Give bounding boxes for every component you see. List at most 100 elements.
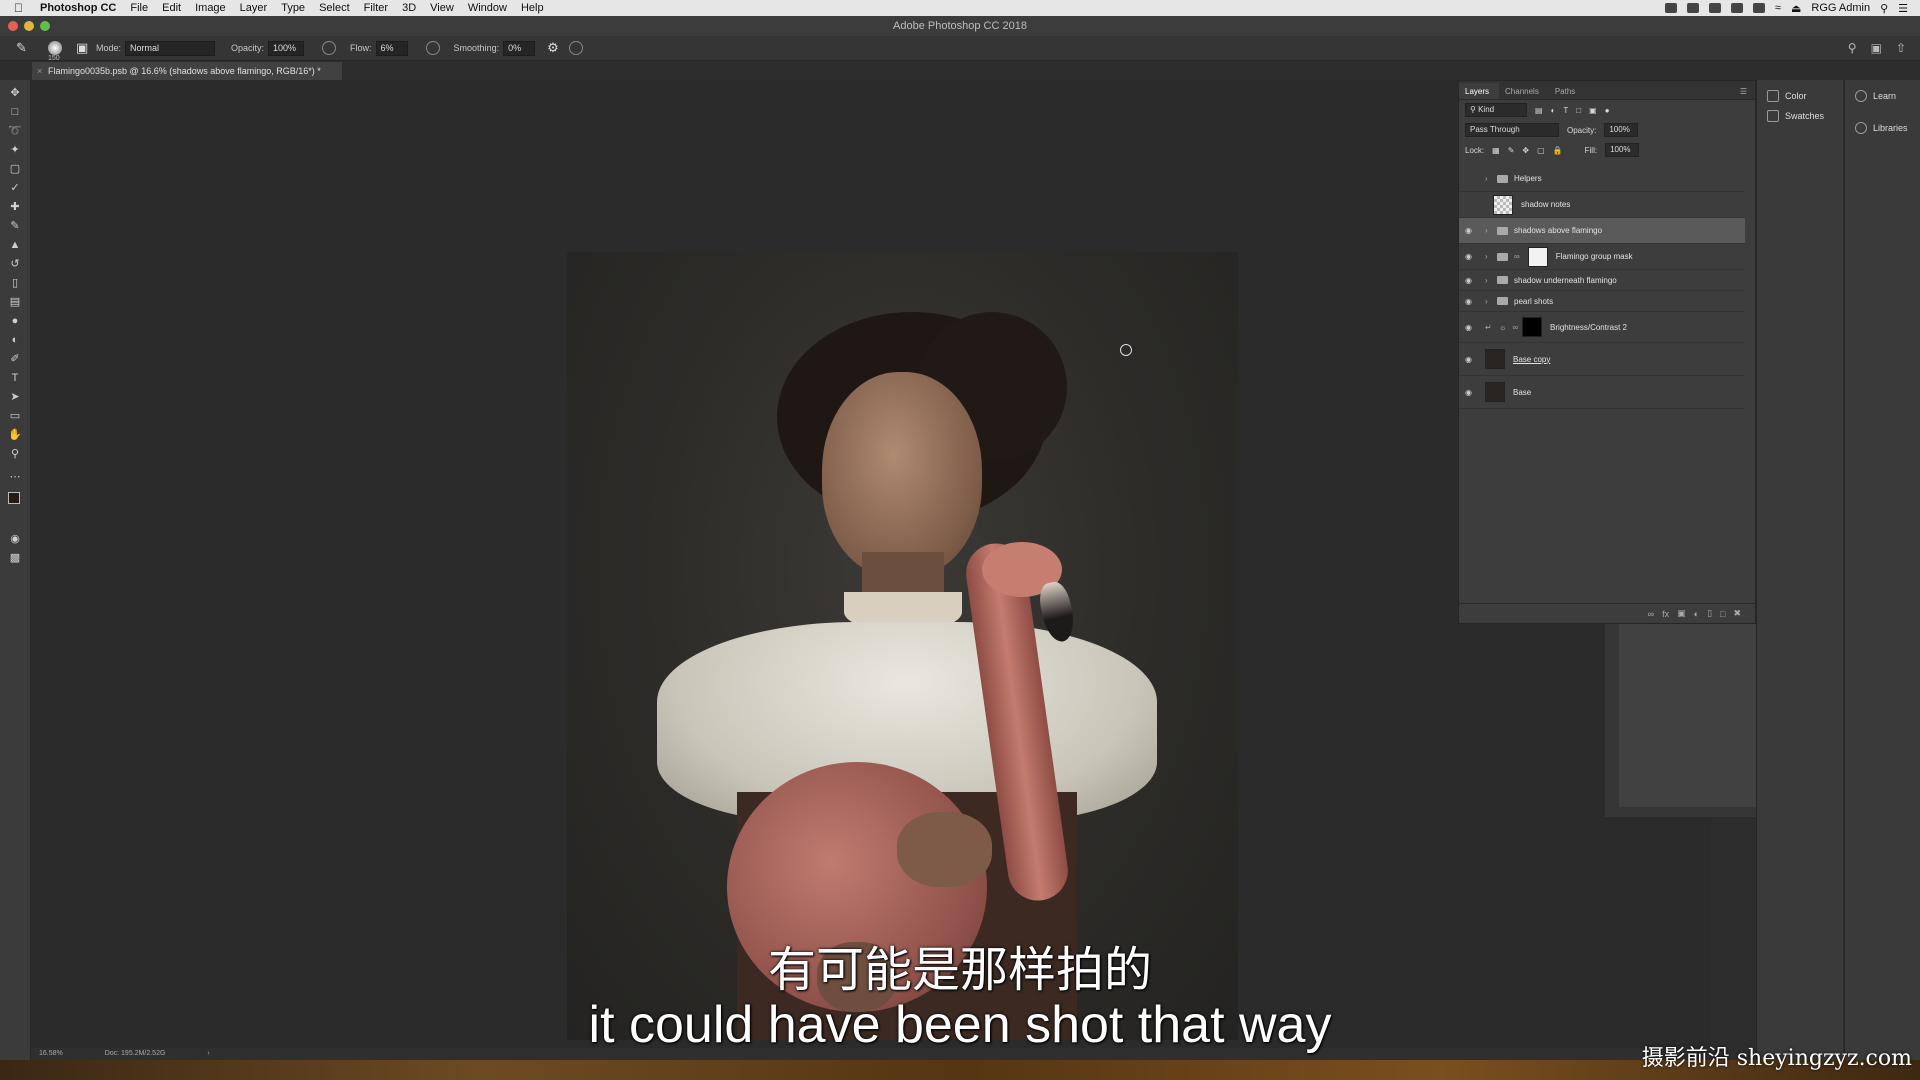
search-icon[interactable]: ⚲ bbox=[1880, 2, 1888, 15]
lock-position-icon[interactable]: ✥ bbox=[1522, 146, 1529, 155]
tab-paths[interactable]: Paths bbox=[1549, 87, 1585, 99]
menu-layer[interactable]: Layer bbox=[240, 2, 268, 14]
blur-tool-icon[interactable]: ● bbox=[8, 314, 22, 328]
layer-filter-select[interactable]: ⚲ Kind bbox=[1465, 103, 1527, 117]
airbrush-icon[interactable] bbox=[425, 41, 440, 55]
pressure-size-icon[interactable] bbox=[569, 41, 584, 55]
foreground-color[interactable] bbox=[8, 492, 20, 504]
path-selection-tool-icon[interactable]: ➤ bbox=[8, 390, 22, 404]
menu-file[interactable]: File bbox=[130, 2, 148, 14]
layer-row[interactable]: ◉ ↵ ☼ ∞ Brightness/Contrast 2 bbox=[1459, 312, 1745, 343]
mask-thumbnail[interactable] bbox=[1522, 317, 1543, 337]
wifi-icon[interactable]: ≈ bbox=[1775, 2, 1781, 14]
menu-3d[interactable]: 3D bbox=[402, 2, 416, 14]
link-layers-icon[interactable]: ∞ bbox=[1648, 609, 1654, 619]
filter-toggle-icon[interactable]: ● bbox=[1605, 106, 1610, 115]
layer-opacity-input[interactable]: 100% bbox=[1604, 123, 1639, 137]
screen-mode-icon[interactable]: ▩ bbox=[8, 551, 22, 565]
chevron-right-icon[interactable]: › bbox=[1485, 297, 1493, 306]
magic-wand-tool-icon[interactable]: ✦ bbox=[8, 143, 22, 157]
hand-tool-icon[interactable]: ✋ bbox=[8, 428, 22, 442]
layer-row[interactable]: ◉ › shadow underneath flamingo bbox=[1459, 270, 1745, 291]
filter-smart-object-icon[interactable]: ▣ bbox=[1589, 106, 1597, 115]
layer-row-selected[interactable]: ◉ › shadows above flamingo bbox=[1459, 218, 1745, 244]
layer-row[interactable]: ◉ › pearl shots bbox=[1459, 291, 1745, 312]
eject-icon[interactable]: ⏏ bbox=[1791, 2, 1801, 15]
filter-adjustment-icon[interactable]: ◐ bbox=[1551, 106, 1556, 115]
fill-input[interactable]: 100% bbox=[1605, 143, 1640, 157]
display-icon[interactable] bbox=[1752, 3, 1765, 13]
lasso-tool-icon[interactable]: ➰ bbox=[8, 124, 22, 138]
pressure-opacity-icon[interactable] bbox=[322, 41, 337, 55]
tab-layers[interactable]: Layers bbox=[1459, 83, 1500, 99]
menu-filter[interactable]: Filter bbox=[364, 2, 388, 14]
learn-panel-button[interactable]: Learn bbox=[1845, 86, 1920, 106]
type-tool-icon[interactable]: T bbox=[8, 371, 22, 385]
panel-menu-icon[interactable]: ☰ bbox=[1740, 87, 1755, 99]
pen-tool-icon[interactable]: ✐ bbox=[8, 352, 22, 366]
swatches-panel-button[interactable]: Swatches bbox=[1757, 106, 1843, 126]
close-window-button[interactable] bbox=[8, 21, 18, 31]
document-tab[interactable]: × Flamingo0035b.psb @ 16.6% (shadows abo… bbox=[32, 62, 342, 80]
chain-link-icon[interactable]: ∞ bbox=[1514, 252, 1520, 261]
filter-pixel-icon[interactable]: ▤ bbox=[1535, 106, 1543, 115]
color-panel-button[interactable]: Color bbox=[1757, 86, 1843, 106]
lock-transparent-icon[interactable]: ▦ bbox=[1492, 146, 1500, 155]
layer-row[interactable]: ◉ › ∞ Flamingo group mask bbox=[1459, 244, 1745, 270]
brush-tool-icon[interactable]: ✎ bbox=[16, 41, 30, 55]
new-group-icon[interactable]: ▯ bbox=[1707, 608, 1712, 619]
color-swatch-icon[interactable] bbox=[8, 492, 25, 509]
filter-type-icon[interactable]: T bbox=[1563, 106, 1568, 115]
brush-preset-picker[interactable]: 150 bbox=[48, 41, 62, 62]
flow-input[interactable]: 6% bbox=[375, 40, 408, 56]
menu-view[interactable]: View bbox=[430, 2, 454, 14]
eye-icon[interactable]: ◉ bbox=[1465, 323, 1479, 332]
zoom-tool-icon[interactable]: ⚲ bbox=[8, 447, 22, 461]
document-image[interactable] bbox=[567, 252, 1238, 1040]
marquee-tool-icon[interactable]: □ bbox=[8, 105, 22, 119]
lock-pixels-icon[interactable]: ✎ bbox=[1508, 146, 1515, 155]
fx-icon[interactable]: fx bbox=[1662, 609, 1669, 619]
brush-settings-icon[interactable]: ▣ bbox=[76, 41, 90, 55]
eye-icon[interactable]: ◉ bbox=[1465, 388, 1479, 397]
libraries-panel-button[interactable]: Libraries bbox=[1845, 118, 1920, 138]
search-icon[interactable]: ⚲ bbox=[1848, 41, 1857, 55]
menu-edit[interactable]: Edit bbox=[162, 2, 181, 14]
menu-window[interactable]: Window bbox=[468, 2, 507, 14]
history-brush-tool-icon[interactable]: ↺ bbox=[8, 257, 22, 271]
eye-icon[interactable]: ◉ bbox=[1465, 252, 1479, 261]
clone-stamp-tool-icon[interactable]: ▲ bbox=[8, 238, 22, 252]
tab-channels[interactable]: Channels bbox=[1499, 87, 1549, 99]
lock-all-icon[interactable]: 🔒 bbox=[1553, 146, 1563, 155]
gear-icon[interactable]: ⚙ bbox=[547, 41, 561, 55]
eye-icon[interactable]: ◉ bbox=[1465, 276, 1479, 285]
user-name[interactable]: RGG Admin bbox=[1811, 2, 1870, 14]
mode-select[interactable]: Normal bbox=[125, 40, 216, 56]
chevron-right-icon[interactable]: › bbox=[1485, 252, 1493, 261]
bluetooth-icon[interactable] bbox=[1730, 3, 1743, 13]
chevron-right-icon[interactable]: › bbox=[1485, 174, 1493, 183]
filter-shape-icon[interactable]: □ bbox=[1576, 106, 1581, 115]
apple-icon[interactable]:  bbox=[14, 2, 30, 14]
adjustment-layer-icon[interactable]: ◐ bbox=[1694, 609, 1699, 619]
blend-mode-select[interactable]: Pass Through bbox=[1465, 123, 1559, 137]
eyedropper-tool-icon[interactable]: ✓ bbox=[8, 181, 22, 195]
layer-row[interactable]: ◉ Base bbox=[1459, 376, 1745, 409]
menu-list-icon[interactable]: ☰ bbox=[1898, 2, 1908, 15]
healing-brush-tool-icon[interactable]: ✚ bbox=[8, 200, 22, 214]
new-layer-icon[interactable]: □ bbox=[1720, 609, 1725, 619]
eraser-tool-icon[interactable]: ▯ bbox=[8, 276, 22, 290]
tray-icon[interactable] bbox=[1664, 3, 1677, 13]
menu-app-name[interactable]: Photoshop CC bbox=[40, 2, 116, 14]
chevron-right-icon[interactable]: › bbox=[1485, 226, 1493, 235]
zoom-window-button[interactable] bbox=[40, 21, 50, 31]
close-tab-icon[interactable]: × bbox=[37, 62, 42, 80]
gradient-tool-icon[interactable]: ▤ bbox=[8, 295, 22, 309]
smoothing-input[interactable]: 0% bbox=[503, 40, 536, 56]
move-tool-icon[interactable]: ✥ bbox=[8, 86, 22, 100]
menu-select[interactable]: Select bbox=[319, 2, 350, 14]
more-tools-icon[interactable]: ⋯ bbox=[8, 470, 22, 484]
rectangle-tool-icon[interactable]: ▭ bbox=[8, 409, 22, 423]
menu-help[interactable]: Help bbox=[521, 2, 544, 14]
quick-mask-icon[interactable]: ◉ bbox=[8, 532, 22, 546]
